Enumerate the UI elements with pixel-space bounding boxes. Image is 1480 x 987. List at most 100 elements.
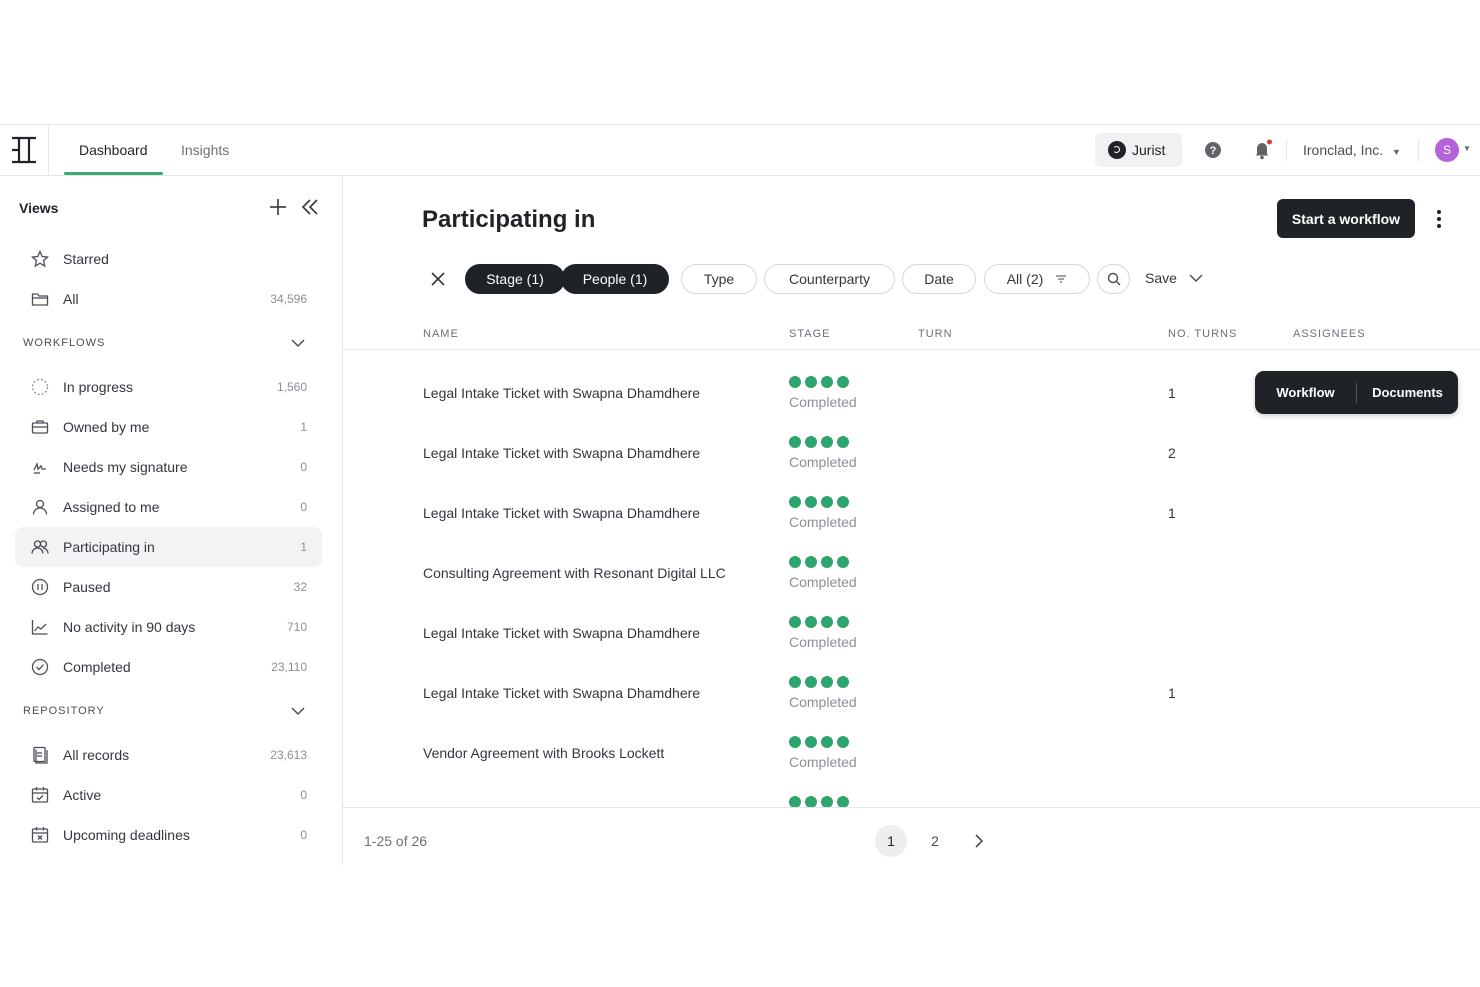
sidebar-item-label: Active <box>63 787 102 803</box>
row-name[interactable]: Legal Intake Ticket with Swapna Dhamdher… <box>423 505 700 521</box>
svg-text:?: ? <box>1210 145 1217 157</box>
divider <box>1418 139 1419 161</box>
save-label: Save <box>1145 270 1177 286</box>
sidebar-item-count: 0 <box>300 788 307 802</box>
jurist-label: Jurist <box>1132 142 1166 158</box>
filter-chip-counterparty[interactable]: Counterparty <box>764 264 895 294</box>
tab-insights[interactable]: Insights <box>181 125 229 175</box>
views-sidebar: Views Starred All 34,596 WORKFLOWS In pr… <box>0 175 343 865</box>
sidebar-item-paused[interactable]: Paused 32 <box>15 567 322 607</box>
search-button[interactable] <box>1097 264 1130 294</box>
stage-progress-dots <box>789 556 849 568</box>
help-icon[interactable]: ? <box>1204 141 1222 164</box>
stage-label: Completed <box>789 754 857 770</box>
sidebar-item-label: All <box>63 291 79 307</box>
star-icon <box>31 250 49 268</box>
sidebar-item-count: 0 <box>300 828 307 842</box>
filter-chip-stage[interactable]: Stage (1) <box>465 264 565 294</box>
open-workflow-button[interactable]: Workflow <box>1255 385 1356 400</box>
sidebar-item-in-progress[interactable]: In progress 1,560 <box>15 367 322 407</box>
row-name[interactable]: Legal Intake Ticket with Swapna Dhamdher… <box>423 625 700 641</box>
filter-icon <box>1056 275 1067 283</box>
open-documents-button[interactable]: Documents <box>1357 385 1458 400</box>
start-workflow-button[interactable]: Start a workflow <box>1277 199 1415 238</box>
pagination-range: 1-25 of 26 <box>364 833 428 849</box>
sidebar-item-count: 710 <box>286 620 307 634</box>
next-page-icon[interactable] <box>973 833 985 854</box>
sidebar-item-label: Paused <box>63 579 111 595</box>
column-header-stage[interactable]: STAGE <box>789 328 830 340</box>
stage-label: Completed <box>789 454 857 470</box>
sidebar-item-label: No activity in 90 days <box>63 619 196 635</box>
stage-label: Completed <box>789 514 857 530</box>
sidebar-item-count: 23,613 <box>270 748 307 762</box>
filter-chip-date[interactable]: Date <box>902 264 976 294</box>
sidebar-item-owned-by-me[interactable]: Owned by me 1 <box>15 407 322 447</box>
stage-progress-dots <box>789 676 849 688</box>
stage-progress-dots <box>789 736 849 748</box>
sidebar-item-label: Starred <box>63 251 109 267</box>
divider <box>1286 139 1287 161</box>
bell-icon[interactable] <box>1253 139 1273 166</box>
column-header-no-turns[interactable]: NO. TURNS <box>1168 328 1237 340</box>
sidebar-item-upcoming-deadlines[interactable]: Upcoming deadlines 0 <box>15 815 322 855</box>
row-name[interactable]: Legal Intake Ticket with Swapna Dhamdher… <box>423 685 700 701</box>
save-dropdown[interactable]: Save <box>1145 270 1203 286</box>
collapse-sidebar-icon[interactable] <box>300 197 320 222</box>
sidebar-item-no-activity[interactable]: No activity in 90 days 710 <box>15 607 322 647</box>
row-name[interactable]: Consulting Agreement with Resonant Digit… <box>423 565 726 581</box>
avatar[interactable]: S <box>1435 138 1459 162</box>
chevron-down-icon <box>1189 274 1203 282</box>
sidebar-item-count: 23,110 <box>271 660 307 674</box>
calendar-check-icon <box>31 787 49 803</box>
row-name[interactable]: Legal Intake Ticket with Swapna Dhamdher… <box>423 445 700 461</box>
sidebar-item-all[interactable]: All 34,596 <box>15 279 322 319</box>
caret-down-icon[interactable]: ▼ <box>1463 144 1471 153</box>
sidebar-item-needs-my-signature[interactable]: Needs my signature 0 <box>15 447 322 487</box>
column-header-turn[interactable]: TURN <box>918 328 953 340</box>
row-name[interactable]: Vendor Agreement with Brooks Lockett <box>423 745 664 761</box>
filter-all-label: All (2) <box>1006 271 1044 287</box>
ironclad-logo-icon[interactable] <box>0 125 49 175</box>
filter-chip-type[interactable]: Type <box>681 264 757 294</box>
chevron-down-icon[interactable] <box>290 336 306 355</box>
stage-progress-dots <box>789 616 849 628</box>
search-icon <box>1107 272 1120 286</box>
clear-filters-icon[interactable] <box>430 271 446 292</box>
sidebar-item-count: 1,560 <box>276 380 307 394</box>
table-row-partial[interactable] <box>343 790 1480 807</box>
company-selector[interactable]: Ironclad, Inc. ▼ <box>1303 125 1401 175</box>
page-button-2[interactable]: 2 <box>919 825 951 857</box>
column-header-assignees[interactable]: ASSIGNEES <box>1293 328 1366 340</box>
more-options-icon[interactable] <box>1429 207 1449 231</box>
row-name[interactable]: Legal Intake Ticket with Swapna Dhamdher… <box>423 385 700 401</box>
turns-count: 2 <box>1168 445 1176 461</box>
column-header-name[interactable]: NAME <box>423 328 459 340</box>
sidebar-item-active[interactable]: Active 0 <box>15 775 322 815</box>
filter-chip-all[interactable]: All (2) <box>984 264 1090 294</box>
records-icon <box>33 746 48 764</box>
tab-dashboard[interactable]: Dashboard <box>64 125 162 175</box>
turns-count: 1 <box>1168 505 1176 521</box>
users-icon <box>31 540 49 554</box>
calendar-x-icon <box>31 827 49 843</box>
sidebar-item-assigned-to-me[interactable]: Assigned to me 0 <box>15 487 322 527</box>
sidebar-item-completed[interactable]: Completed 23,110 <box>15 647 322 687</box>
stage-label: Completed <box>789 694 857 710</box>
page-button-1[interactable]: 1 <box>875 825 907 857</box>
sidebar-item-label: Assigned to me <box>63 499 160 515</box>
sidebar-item-count: 32 <box>293 580 307 594</box>
sidebar-item-label: Needs my signature <box>63 459 188 475</box>
jurist-icon <box>1108 141 1126 159</box>
pause-icon <box>31 578 49 596</box>
jurist-button[interactable]: Jurist <box>1095 133 1182 167</box>
sidebar-item-label: Owned by me <box>63 419 150 435</box>
sidebar-item-starred[interactable]: Starred <box>15 239 322 279</box>
chevron-down-icon[interactable] <box>290 704 306 723</box>
sidebar-item-label: In progress <box>63 379 134 395</box>
sidebar-item-participating-in[interactable]: Participating in 1 <box>15 527 322 567</box>
add-view-icon[interactable] <box>268 197 288 222</box>
stage-progress-dots <box>789 496 849 508</box>
filter-chip-people[interactable]: People (1) <box>561 264 669 294</box>
sidebar-item-all-records[interactable]: All records 23,613 <box>15 735 322 775</box>
